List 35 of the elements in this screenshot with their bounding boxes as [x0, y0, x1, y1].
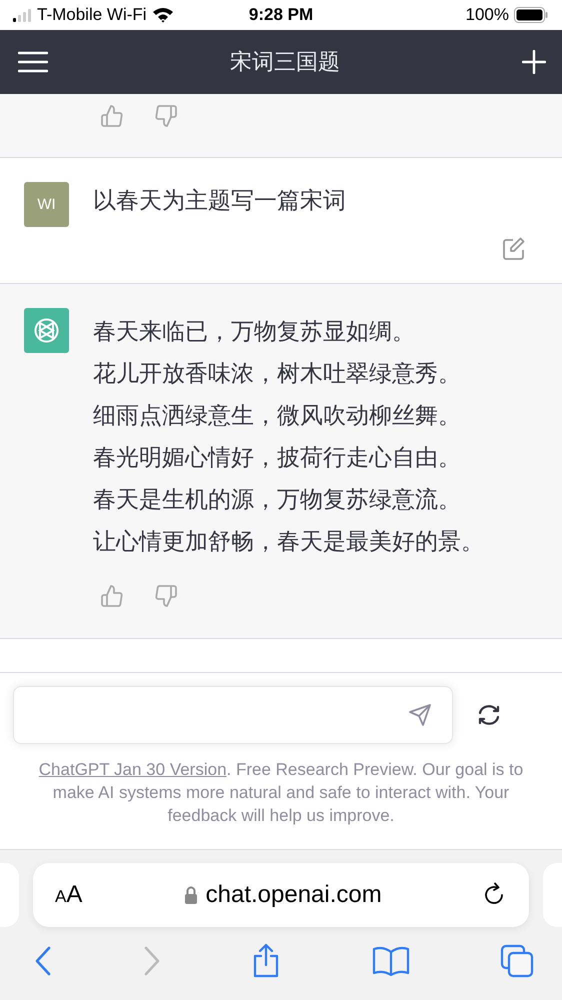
text-size-button[interactable]: AA	[55, 881, 82, 909]
tabs-icon[interactable]	[500, 944, 534, 978]
back-icon[interactable]	[34, 946, 52, 976]
disclaimer-text: ChatGPT Jan 30 Version. Free Research Preview. Our goal is to make AI systems more natural and safe to interact with. Your feedback will help us improve.	[38, 759, 524, 827]
message-input[interactable]	[13, 686, 453, 744]
lock-icon	[184, 886, 198, 904]
assistant-avatar-icon	[24, 308, 69, 353]
battery-percent: 100%	[466, 5, 509, 25]
thumbs-up-icon[interactable]	[100, 584, 124, 608]
bookmarks-icon[interactable]	[372, 946, 410, 976]
url-text: chat.openai.com	[206, 881, 382, 909]
message-line: 细雨点洒绿意生，微风吹动柳丝舞。	[93, 401, 462, 430]
menu-icon[interactable]	[18, 51, 48, 73]
message-line: 花儿开放香味浓，树木吐翠绿意秀。	[93, 359, 462, 388]
carrier-name: T-Mobile Wi-Fi	[37, 5, 147, 25]
thumbs-up-icon[interactable]	[100, 104, 124, 128]
refresh-icon[interactable]	[477, 703, 501, 727]
clock-time: 9:28 PM	[248, 5, 314, 25]
message-line: 春天是生机的源，万物复苏绿意流。	[93, 485, 462, 514]
share-icon[interactable]	[251, 943, 281, 979]
edit-icon[interactable]	[502, 237, 526, 261]
address-bar[interactable]: AA chat.openai.com	[33, 863, 529, 927]
chat-title: 宋词三国题	[230, 48, 340, 76]
wifi-icon	[152, 7, 174, 23]
battery-icon	[514, 7, 548, 23]
thumbs-down-icon[interactable]	[154, 104, 178, 128]
thumbs-down-icon[interactable]	[154, 584, 178, 608]
send-icon[interactable]	[408, 703, 432, 727]
plus-icon[interactable]	[522, 50, 546, 74]
message-line: 让心情更加舒畅，春天是最美好的景。	[93, 527, 484, 556]
message-line: 春光明媚心情好，披荷行走心自由。	[93, 443, 462, 472]
message-line: 以春天为主题写一篇宋词	[93, 186, 346, 215]
user-avatar: WI	[24, 182, 69, 227]
message-line: 春天来临已，万物复苏显如绸。	[93, 317, 416, 346]
signal-icon	[12, 8, 32, 22]
